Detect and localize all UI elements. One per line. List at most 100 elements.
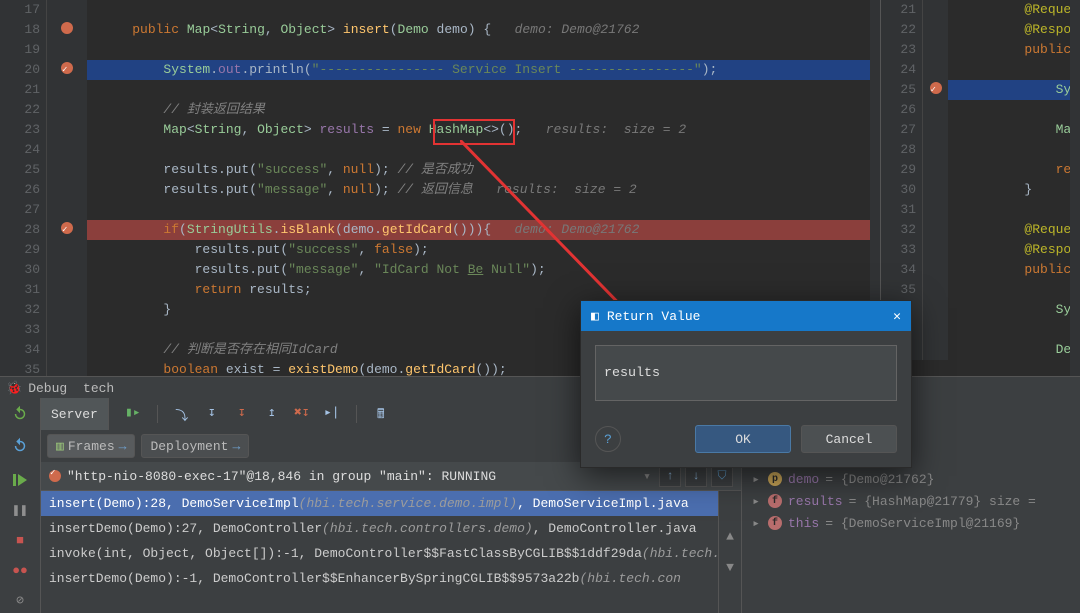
subtab-deployment[interactable]: Deployment → <box>141 434 249 458</box>
code-line[interactable]: 26 <box>881 100 1080 120</box>
line-number[interactable]: 33 <box>0 320 47 340</box>
code-text[interactable]: @Response <box>948 240 1080 260</box>
code-line[interactable]: 27 Map< <box>881 120 1080 140</box>
dialog-close-button[interactable]: ✕ <box>893 309 901 324</box>
line-number[interactable]: 30 <box>0 260 47 280</box>
expand-icon[interactable]: ▸ <box>750 494 762 509</box>
subtab-frames[interactable]: ▥ Frames → <box>47 434 135 458</box>
code-line[interactable]: 26 results.put("message", null); // 返回信息… <box>0 180 880 200</box>
variables-panel[interactable]: ▸pdemo = {Demo@21762}▸fresults = {HashMa… <box>742 462 1080 613</box>
scroll-up-icon[interactable]: ▲ <box>726 529 734 544</box>
code-text[interactable]: System.out.println("---------------- Ser… <box>87 60 880 80</box>
line-number[interactable]: 34 <box>881 260 923 280</box>
line-number[interactable]: 26 <box>881 100 923 120</box>
line-number[interactable]: 32 <box>0 300 47 320</box>
line-number[interactable]: 31 <box>0 280 47 300</box>
line-number[interactable]: 22 <box>881 20 923 40</box>
gutter-mark[interactable] <box>923 240 948 260</box>
code-line[interactable]: 28 if(StringUtils.isBlank(demo.getIdCard… <box>0 220 880 240</box>
breakpoint-icon[interactable] <box>61 22 73 34</box>
show-execution-point-icon[interactable]: ▮▸ <box>125 405 141 421</box>
line-number[interactable]: 28 <box>881 140 923 160</box>
code-line[interactable]: 29 results.put("success", false); <box>0 240 880 260</box>
gutter-mark[interactable] <box>47 240 87 260</box>
code-line[interactable]: 23 public Ma <box>881 40 1080 60</box>
gutter-mark[interactable] <box>47 360 87 376</box>
code-text[interactable]: // 封装返回结果 <box>87 100 880 120</box>
code-line[interactable]: 22 @Response <box>881 20 1080 40</box>
line-number[interactable]: 35 <box>0 360 47 376</box>
gutter-mark[interactable] <box>923 140 948 160</box>
line-number[interactable]: 19 <box>0 40 47 60</box>
line-number[interactable]: 35 <box>881 280 923 300</box>
gutter-mark[interactable] <box>47 340 87 360</box>
gutter-mark[interactable] <box>47 120 87 140</box>
code-text[interactable] <box>87 80 880 100</box>
prev-frame-button[interactable]: ↑ <box>659 465 681 487</box>
drop-frame-icon[interactable]: ✖↧ <box>294 405 310 421</box>
code-text[interactable]: public Ma <box>948 40 1080 60</box>
variable-row[interactable]: ▸pdemo = {Demo@21762} <box>750 468 1072 490</box>
code-text[interactable] <box>87 200 880 220</box>
line-number[interactable]: 21 <box>0 80 47 100</box>
stack-frame[interactable]: invoke(int, Object, Object[]):-1, DemoCo… <box>41 541 741 566</box>
variable-row[interactable]: ▸fresults = {HashMap@21779} size = <box>750 490 1072 512</box>
code-line[interactable]: 28 <box>881 140 1080 160</box>
line-number[interactable]: 25 <box>0 160 47 180</box>
code-line[interactable]: 20 System.out.println("---------------- … <box>0 60 880 80</box>
code-text[interactable] <box>948 280 1080 300</box>
line-number[interactable]: 29 <box>0 240 47 260</box>
line-number[interactable]: 31 <box>881 200 923 220</box>
line-number[interactable]: 24 <box>881 60 923 80</box>
code-text[interactable]: Demo <box>948 340 1080 360</box>
run-to-cursor-icon[interactable]: ▸| <box>324 405 340 421</box>
code-line[interactable]: 32 @RequestM <box>881 220 1080 240</box>
line-number[interactable]: 23 <box>0 120 47 140</box>
code-text[interactable] <box>87 40 880 60</box>
code-line[interactable]: 18 public Map<String, Object> insert(Dem… <box>0 20 880 40</box>
code-text[interactable] <box>948 200 1080 220</box>
gutter-mark[interactable] <box>923 300 948 320</box>
code-line[interactable]: 31 <box>881 200 1080 220</box>
code-text[interactable]: Map< <box>948 120 1080 140</box>
code-line[interactable]: 19 <box>0 40 880 60</box>
gutter-mark[interactable] <box>47 60 87 80</box>
code-line[interactable]: 24 <box>881 60 1080 80</box>
breakpoint-hit-icon[interactable] <box>930 82 942 94</box>
code-text[interactable]: results.put("message", "IdCard Not Be Nu… <box>87 260 880 280</box>
code-line[interactable]: 22 // 封装返回结果 <box>0 100 880 120</box>
line-number[interactable]: 23 <box>881 40 923 60</box>
gutter-mark[interactable] <box>923 260 948 280</box>
gutter-mark[interactable] <box>47 40 87 60</box>
code-line[interactable]: 25 results.put("success", null); // 是否成功 <box>0 160 880 180</box>
code-text[interactable]: results.put("message", null); // 返回信息 re… <box>87 180 880 200</box>
thread-dropdown-icon[interactable]: ▾ <box>643 469 651 484</box>
gutter-mark[interactable] <box>47 100 87 120</box>
view-breakpoints-button[interactable]: ●● <box>10 560 30 580</box>
line-number[interactable]: 32 <box>881 220 923 240</box>
gutter-mark[interactable] <box>47 320 87 340</box>
code-text[interactable]: @Response <box>948 20 1080 40</box>
gutter-mark[interactable] <box>47 0 87 20</box>
code-line[interactable]: 25 Syste <box>881 80 1080 100</box>
code-line[interactable]: 23 Map<String, Object> results = new Has… <box>0 120 880 140</box>
gutter-mark[interactable] <box>923 120 948 140</box>
line-number[interactable]: 30 <box>881 180 923 200</box>
code-text[interactable]: retur <box>948 160 1080 180</box>
gutter-mark[interactable] <box>47 300 87 320</box>
code-line[interactable]: 30 results.put("message", "IdCard Not Be… <box>0 260 880 280</box>
debug-toolwindow-header[interactable]: 🐞 Debug tech <box>0 376 1080 400</box>
code-text[interactable]: Syste <box>948 300 1080 320</box>
stack-frame[interactable]: insertDemo(Demo):27, DemoController (hbi… <box>41 516 741 541</box>
code-line[interactable]: 35 <box>881 280 1080 300</box>
breakpoint-hit-icon[interactable] <box>61 62 73 74</box>
gutter-mark[interactable] <box>923 160 948 180</box>
code-line[interactable]: 29 retur <box>881 160 1080 180</box>
code-text[interactable] <box>948 100 1080 120</box>
code-text[interactable]: results.put("success", null); // 是否成功 <box>87 160 880 180</box>
code-text[interactable]: public Map<String, Object> insert(Demo d… <box>87 20 880 40</box>
code-text[interactable] <box>87 0 880 20</box>
code-line[interactable]: 24 <box>0 140 880 160</box>
gutter-mark[interactable] <box>923 320 948 340</box>
gutter-mark[interactable] <box>923 340 948 360</box>
